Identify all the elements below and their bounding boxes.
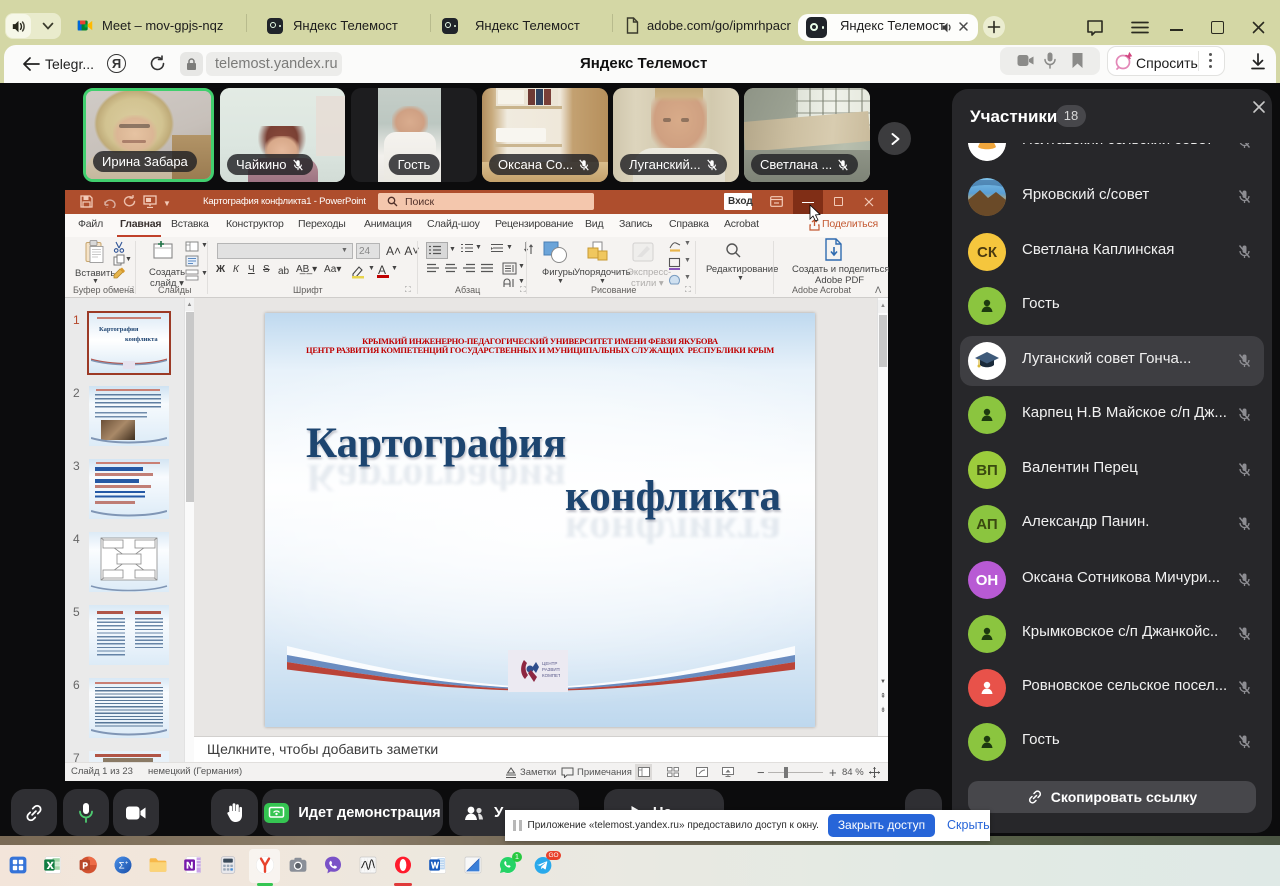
svg-text:КОМПЕТЕНЦИЙ: КОМПЕТЕНЦИЙ <box>542 671 560 678</box>
svg-text:РАЗВИТИЯ: РАЗВИТИЯ <box>542 667 560 672</box>
svg-text:ЦЕНТР: ЦЕНТР <box>542 661 557 666</box>
svg-text:Σ: Σ <box>119 861 125 872</box>
svg-text:+: + <box>125 861 128 867</box>
